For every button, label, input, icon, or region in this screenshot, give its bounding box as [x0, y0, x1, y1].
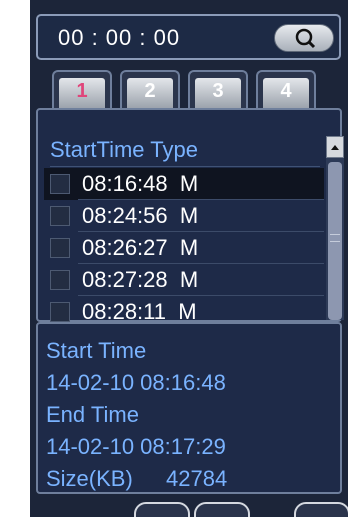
header-divider — [50, 166, 320, 167]
list-scrollbar[interactable] — [326, 136, 344, 320]
size-label: Size(KB) — [46, 466, 133, 491]
bottom-toolbar — [30, 502, 348, 517]
search-button[interactable] — [274, 24, 334, 52]
row-checkbox[interactable] — [50, 302, 70, 322]
tab-label: 4 — [280, 80, 292, 102]
size-value: 42784 — [166, 466, 228, 491]
end-time-value: 14-02-10 08:17:29 — [46, 434, 226, 459]
row-time-type: 08:27:28 M — [82, 267, 199, 292]
row-checkbox[interactable] — [50, 238, 70, 258]
tab-channel-2[interactable]: 2 — [120, 70, 180, 108]
row-checkbox[interactable] — [50, 174, 70, 194]
list-header: StartTime Type — [50, 137, 198, 162]
row-checkbox[interactable] — [50, 206, 70, 226]
end-time-label: End Time — [46, 402, 139, 427]
list-item[interactable]: 08:16:48 M — [44, 168, 324, 200]
row-time-type: 08:26:27 M — [82, 235, 199, 260]
list-item[interactable]: 08:24:56 M — [44, 200, 324, 232]
recording-list: StartTime Type 08:16:48 M 08:24:56 M 08:… — [36, 108, 344, 328]
list-item[interactable]: 08:27:28 M — [44, 264, 324, 296]
tab-label: 3 — [212, 80, 224, 102]
scroll-up-button[interactable] — [326, 136, 344, 158]
row-checkbox[interactable] — [50, 270, 70, 290]
search-icon — [295, 28, 316, 49]
toolbar-button-3[interactable] — [294, 502, 348, 517]
toolbar-button-2[interactable] — [194, 502, 250, 517]
tab-channel-4[interactable]: 4 — [256, 70, 316, 108]
tab-label: 1 — [76, 80, 88, 102]
time-search-field[interactable]: 00 : 00 : 00 — [36, 14, 341, 60]
tab-channel-1[interactable]: 1 — [52, 70, 112, 108]
start-time-label: Start Time — [46, 338, 147, 363]
scroll-thumb[interactable] — [328, 162, 342, 320]
toolbar-button-1[interactable] — [134, 502, 190, 517]
recording-info: Start Time 14-02-10 08:16:48 End Time 14… — [36, 322, 342, 494]
row-time-type: 08:16:48 M — [82, 171, 199, 196]
time-input-value[interactable]: 00 : 00 : 00 — [58, 25, 180, 51]
recording-rows: 08:16:48 M 08:24:56 M 08:26:27 M 08:27:2… — [44, 168, 324, 328]
row-time-type: 08:24:56 M — [82, 203, 199, 228]
start-time-value: 14-02-10 08:16:48 — [46, 370, 226, 395]
playback-panel: 00 : 00 : 00 1 2 3 4 StartTime Type 08:1… — [30, 0, 348, 517]
grip-icon — [330, 234, 340, 242]
size-row: Size(KB) 42784 — [46, 466, 227, 492]
list-item[interactable]: 08:26:27 M — [44, 232, 324, 264]
tab-label: 2 — [144, 80, 156, 102]
tab-channel-3[interactable]: 3 — [188, 70, 248, 108]
